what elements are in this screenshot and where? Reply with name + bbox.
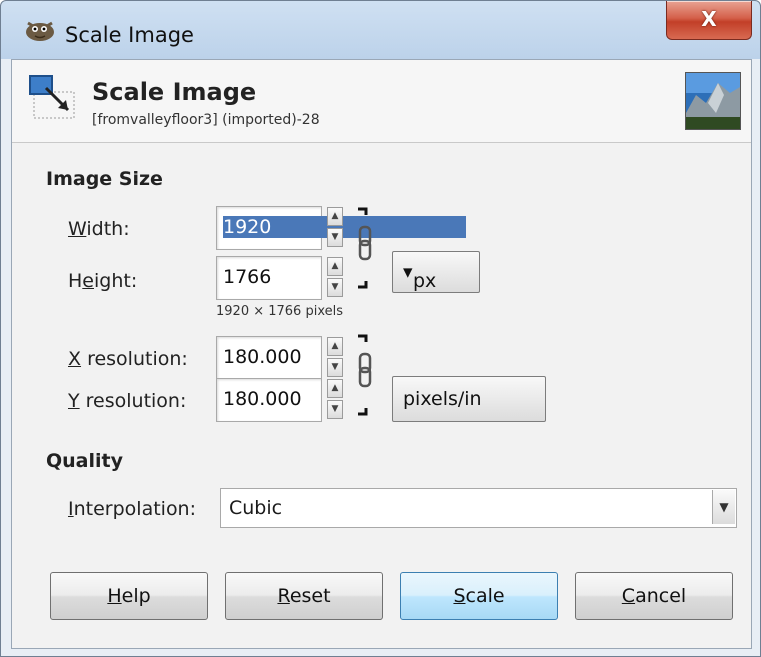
spin-up-icon[interactable]: ▲ xyxy=(327,379,343,398)
spin-up-icon[interactable]: ▲ xyxy=(327,207,343,226)
spin-down-icon[interactable]: ▼ xyxy=(327,278,343,297)
window-title: Scale Image xyxy=(65,23,194,47)
interpolation-label: Interpolation: xyxy=(68,498,196,520)
gimp-app-icon xyxy=(26,21,54,41)
image-name: [fromvalleyfloor3] (imported)-28 xyxy=(92,112,320,128)
xres-label-mnemonic: X xyxy=(68,348,82,370)
reset-label: eset xyxy=(289,585,331,607)
pixel-size-hint: 1920 × 1766 pixels xyxy=(216,304,343,319)
resolution-chain-icon[interactable] xyxy=(354,332,378,418)
cancel-button[interactable]: Cancel xyxy=(575,572,733,620)
height-input[interactable] xyxy=(223,266,311,288)
image-thumbnail xyxy=(685,72,741,130)
height-label-mnemonic: e xyxy=(82,270,94,292)
yres-label-mnemonic: Y xyxy=(68,390,80,412)
y-resolution-field[interactable] xyxy=(216,378,322,422)
close-button[interactable]: X xyxy=(666,1,752,40)
height-spinner[interactable]: ▲ ▼ xyxy=(327,257,343,297)
header-title: Scale Image xyxy=(92,78,257,106)
help-label: elp xyxy=(121,585,151,607)
spin-up-icon[interactable]: ▲ xyxy=(327,257,343,276)
scale-image-dialog: Scale Image X Scale Image [fromvalleyflo… xyxy=(0,0,761,657)
reset-mnemonic: R xyxy=(277,585,290,607)
chain-link-icon[interactable] xyxy=(354,205,378,291)
cancel-label: ancel xyxy=(635,585,687,607)
interp-label-text: nterpolation: xyxy=(73,498,197,520)
resolution-unit-value: pixels/in xyxy=(403,388,482,410)
spin-up-icon[interactable]: ▲ xyxy=(327,337,343,356)
x-resolution-field[interactable] xyxy=(216,336,322,380)
quality-heading: Quality xyxy=(46,450,123,472)
dialog-header: Scale Image [fromvalleyfloor3] (imported… xyxy=(12,60,751,143)
scale-label: cale xyxy=(465,585,505,607)
width-field[interactable] xyxy=(216,206,466,250)
close-icon: X xyxy=(701,7,717,31)
size-unit-value: px ▾ xyxy=(403,261,437,292)
help-mnemonic: H xyxy=(107,585,122,607)
interpolation-value: Cubic xyxy=(229,497,283,519)
width-label: Width: xyxy=(68,218,130,240)
y-resolution-label: Y resolution: xyxy=(68,390,186,412)
xres-label-text: resolution: xyxy=(81,348,188,370)
size-unit-dropdown[interactable]: px ▾ xyxy=(392,251,480,293)
x-resolution-label: X resolution: xyxy=(68,348,188,370)
x-resolution-input[interactable] xyxy=(223,346,311,368)
reset-button[interactable]: Reset xyxy=(225,572,383,620)
x-resolution-spinner[interactable]: ▲ ▼ xyxy=(327,337,343,377)
width-input[interactable] xyxy=(223,216,466,238)
width-label-mnemonic: W xyxy=(68,218,87,240)
interpolation-combo[interactable]: Cubic ▼ xyxy=(220,488,737,528)
width-label-text: idth: xyxy=(86,218,130,240)
scale-image-icon xyxy=(29,75,75,119)
cancel-mnemonic: C xyxy=(621,585,636,607)
resolution-unit-dropdown[interactable]: pixels/in xyxy=(392,376,546,422)
help-button[interactable]: Help xyxy=(50,572,208,620)
spin-down-icon[interactable]: ▼ xyxy=(327,400,343,419)
yres-label-text: resolution: xyxy=(79,390,187,412)
chevron-down-icon[interactable]: ▼ xyxy=(712,490,735,524)
height-label-pre: H xyxy=(68,270,83,292)
width-spinner[interactable]: ▲ ▼ xyxy=(327,207,343,247)
height-label-text: ight: xyxy=(94,270,138,292)
height-field[interactable] xyxy=(216,256,322,300)
y-resolution-input[interactable] xyxy=(223,388,311,410)
dialog-body: Scale Image [fromvalleyfloor3] (imported… xyxy=(11,59,752,649)
title-bar: Scale Image X xyxy=(1,1,760,59)
spin-down-icon[interactable]: ▼ xyxy=(327,228,343,247)
scale-mnemonic: S xyxy=(453,585,466,607)
image-size-heading: Image Size xyxy=(46,168,163,190)
spin-down-icon[interactable]: ▼ xyxy=(327,358,343,377)
scale-button[interactable]: Scale xyxy=(400,572,558,620)
y-resolution-spinner[interactable]: ▲ ▼ xyxy=(327,379,343,419)
height-label: Height: xyxy=(68,270,137,292)
